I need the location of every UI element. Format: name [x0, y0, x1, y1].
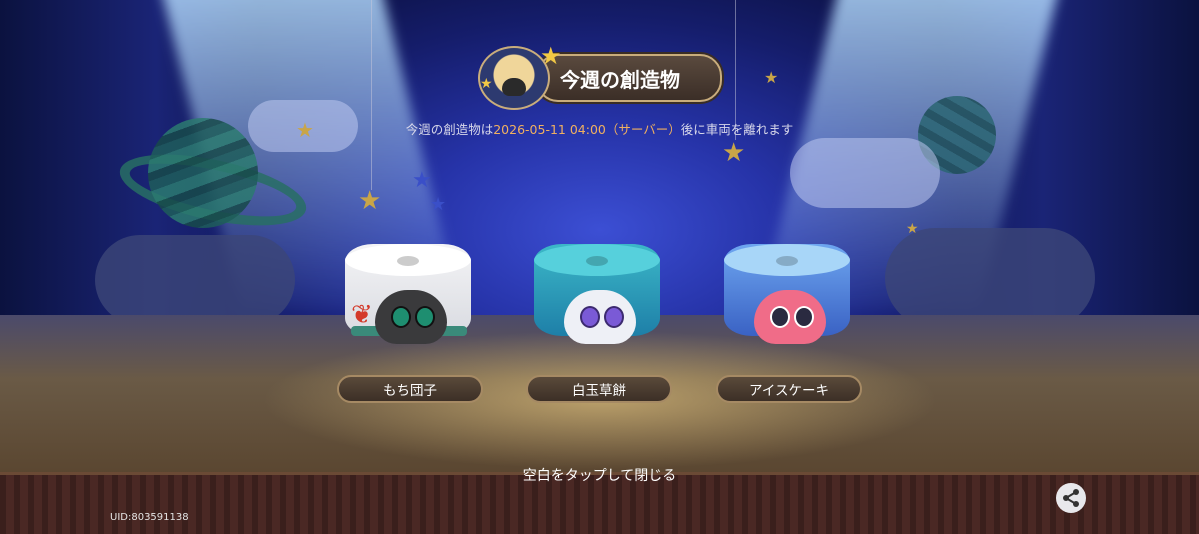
maple-leaf-icon: ❦ — [351, 300, 373, 330]
creature-label: アイスケーキ — [749, 383, 829, 399]
hanging-string — [371, 0, 372, 190]
tap-to-close-hint: 空白をタップして閉じる — [522, 468, 677, 484]
star-icon: ★ — [412, 168, 432, 193]
cat-icon — [502, 78, 526, 96]
departure-info: 今週の創造物は2026-05-11 04:00（サーバー）後に車両を離れます — [0, 119, 1199, 138]
share-button[interactable] — [1056, 483, 1086, 513]
eye — [794, 306, 814, 328]
creature-card-mochi-dango[interactable]: ❦ — [343, 238, 473, 356]
eye — [604, 306, 624, 328]
user-id: UID:803591138 — [110, 512, 189, 523]
eye — [415, 306, 435, 328]
cloud-decor — [885, 228, 1095, 328]
creature-of-week-screen[interactable]: ★ ★ ★ ★ ★ ★ ★ ★ ★ 今週の創造物 今週の創造物は2026-05-… — [0, 0, 1199, 534]
star-icon: ★ — [906, 221, 919, 237]
star-icon: ★ — [540, 42, 562, 70]
eye — [391, 306, 411, 328]
share-icon — [1063, 489, 1079, 507]
creature-figure — [754, 290, 826, 344]
cloud-decor — [790, 138, 940, 208]
star-icon: ★ — [764, 68, 779, 87]
departure-datetime: 2026-05-11 04:00（サーバー） — [493, 122, 681, 137]
eye — [770, 306, 790, 328]
cloud-decor — [95, 235, 295, 325]
cake-hole — [397, 256, 419, 266]
creature-card-shiratama-kusamochi[interactable] — [532, 238, 662, 356]
creature-figure — [375, 290, 447, 344]
page-title: 今週の創造物 — [560, 68, 680, 92]
star-icon: ★ — [480, 76, 493, 92]
cake-hole — [776, 256, 798, 266]
creature-label-button[interactable]: 白玉草餅 — [526, 375, 672, 403]
creature-figure — [564, 290, 636, 344]
creature-label-button[interactable]: アイスケーキ — [716, 375, 862, 403]
title-badge: ★ ★ 今週の創造物 — [478, 42, 722, 110]
eye — [580, 306, 600, 328]
creature-label: 白玉草餅 — [572, 383, 626, 399]
creature-label-button[interactable]: もち団子 — [337, 375, 483, 403]
info-suffix: 後に車両を離れます — [680, 122, 794, 137]
star-icon: ★ — [358, 186, 382, 216]
star-icon: ★ — [722, 138, 746, 168]
info-prefix: 今週の創造物は — [405, 122, 494, 137]
creature-label: もち団子 — [383, 383, 437, 399]
creature-card-ice-cake[interactable] — [722, 238, 852, 356]
star-icon: ★ — [430, 194, 447, 215]
cake-hole — [586, 256, 608, 266]
